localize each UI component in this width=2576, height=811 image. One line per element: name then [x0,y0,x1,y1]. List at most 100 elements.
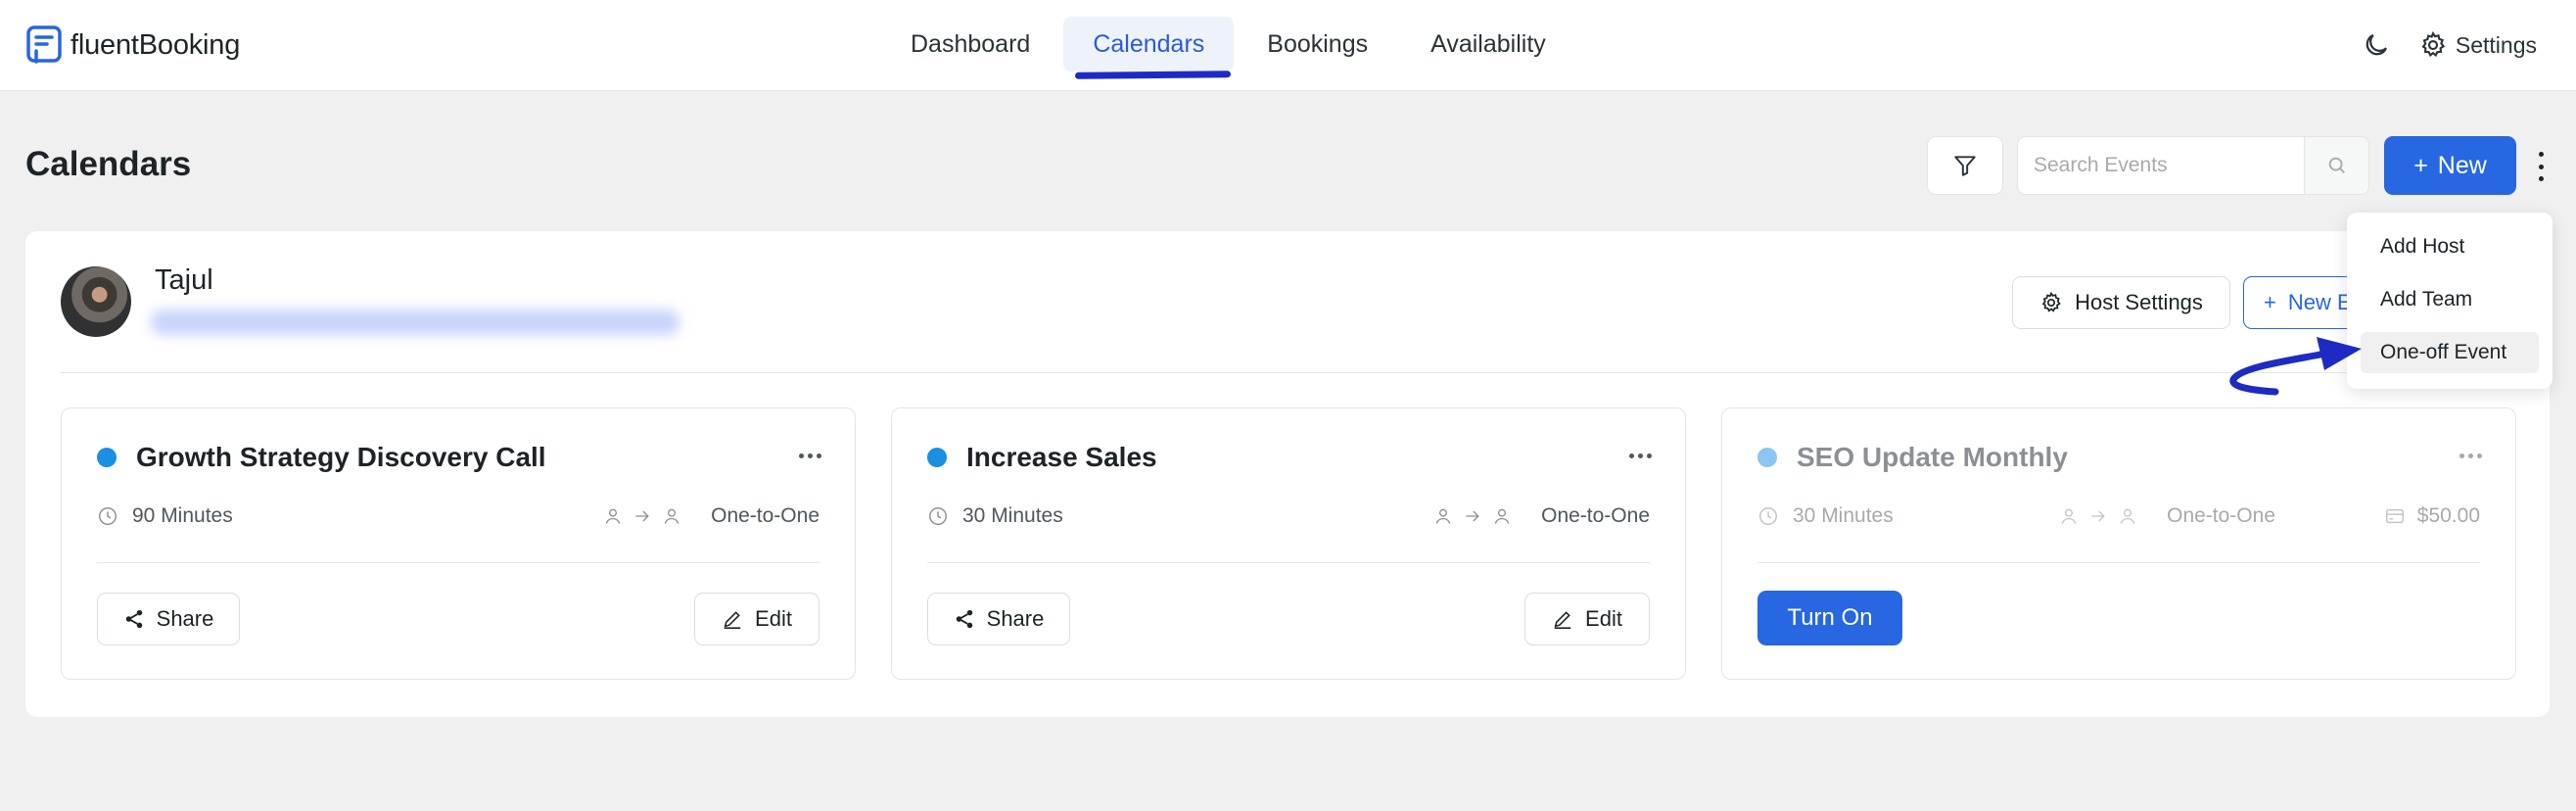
nav-bookings-label: Bookings [1267,30,1369,58]
nav-bookings[interactable]: Bookings [1238,17,1397,72]
pencil-icon [1554,611,1571,629]
search-input[interactable] [2018,137,2304,194]
new-dropdown-menu: Add Host Add Team One-off Event [2347,213,2553,389]
menu-item-label: One-off Event [2380,341,2507,363]
arrow-right-icon [1466,510,1479,522]
share-icon [125,609,142,629]
arrow-right-icon [2091,510,2105,522]
new-button-label: New [2437,151,2487,179]
turn-on-button[interactable]: Turn On [1757,591,1902,645]
clock-icon [1759,507,1777,525]
divider [1757,562,2480,563]
clock-icon [99,507,117,525]
dot [808,453,813,458]
user-icon [664,508,679,524]
pencil-icon [724,611,741,629]
user-icon [1435,508,1451,524]
gear-icon [2041,291,2061,312]
event-duration-text: 30 Minutes [1793,504,1894,527]
theme-toggle-button[interactable] [2362,30,2391,60]
event-duration: 30 Minutes [1757,504,1894,528]
event-card[interactable]: Increase Sales 30 Minutes One-to-One Sha… [891,407,1686,680]
fluentbooking-logo-icon [26,25,62,64]
dot [2468,453,2473,458]
menu-item-add-team[interactable]: Add Team [2361,279,2539,320]
menu-item-add-host[interactable]: Add Host [2361,226,2539,267]
nav-calendars[interactable]: Calendars [1063,17,1235,79]
kebab-dot [2538,164,2544,169]
kebab-dot [2538,152,2544,157]
main-nav: Dashboard Calendars Bookings Availabilit… [881,17,1575,79]
edit-button[interactable]: Edit [1524,593,1650,645]
divider [61,372,2514,373]
host-settings-button[interactable]: Host Settings [2012,276,2230,329]
dot [2459,453,2464,458]
host-email-redacted [151,310,679,335]
share-label: Share [986,606,1045,631]
event-status-dot [1757,448,1777,467]
gear-icon [2421,30,2446,58]
event-more-button[interactable] [799,453,821,458]
moon-icon [2365,33,2387,56]
edit-label: Edit [1585,606,1622,631]
top-navigation-bar: fluentBooking Dashboard Calendars Bookin… [0,0,2576,91]
host-calendar-card: Tajul Host Settings + New Event Growth S… [25,231,2550,717]
event-more-button[interactable] [2459,453,2482,458]
menu-item-label: Add Team [2380,288,2473,310]
dot [1638,453,1643,458]
dot [817,453,821,458]
event-type-text: One-to-One [2167,504,2275,527]
menu-item-one-off-event[interactable]: One-off Event [2361,332,2539,373]
event-duration-text: 90 Minutes [132,504,233,527]
event-more-button[interactable] [1629,453,1652,458]
event-status-dot [927,448,947,467]
dot [1647,453,1652,458]
turn-on-label: Turn On [1787,604,1873,631]
page-title: Calendars [25,145,192,183]
dot [799,453,804,458]
event-duration: 30 Minutes [927,504,1063,528]
new-button[interactable]: + New [2384,136,2516,195]
share-button[interactable]: Share [927,593,1070,645]
dot [1629,453,1634,458]
more-options-button[interactable] [2534,152,2548,181]
user-icon [1494,508,1510,524]
nav-dashboard-label: Dashboard [911,30,1031,58]
brand-name: fluentBooking [70,29,240,62]
search-button[interactable] [2304,137,2368,194]
settings-label: Settings [2455,31,2537,58]
edit-button[interactable]: Edit [694,593,820,645]
event-price-text: $50.00 [2416,504,2480,527]
share-icon [956,609,972,629]
event-type-text: One-to-One [711,504,820,527]
brand-name-part2: Booking [138,28,241,61]
user-icon [2061,508,2077,524]
event-duration-text: 30 Minutes [962,504,1063,527]
brand-logo[interactable]: fluentBooking [25,24,240,67]
annotation-arrow-icon [2229,337,2362,396]
divider [97,562,820,563]
search-icon [2328,157,2345,173]
kebab-dot [2538,176,2544,181]
share-button[interactable]: Share [97,593,240,645]
event-type: One-to-One [2059,504,2275,528]
settings-button[interactable]: Settings [2418,30,2537,60]
user-icon [2120,508,2135,524]
top-right-actions: Settings [2362,25,2537,65]
arrow-right-icon [635,510,649,522]
search-box [2017,136,2369,195]
menu-item-label: Add Host [2380,235,2465,258]
event-card[interactable]: SEO Update Monthly 30 Minutes One-to-One… [1721,407,2516,680]
event-duration: 90 Minutes [97,504,233,528]
event-title: Growth Strategy Discovery Call [136,442,546,472]
nav-availability[interactable]: Availability [1401,17,1575,72]
nav-dashboard[interactable]: Dashboard [881,17,1059,72]
filter-button[interactable] [1927,136,2003,195]
nav-calendars-label: Calendars [1093,30,1205,58]
event-title: SEO Update Monthly [1797,442,2068,472]
avatar [61,266,131,337]
annotation-underline [1075,71,1232,79]
host-name: Tajul [155,264,213,296]
event-card[interactable]: Growth Strategy Discovery Call 90 Minute… [61,407,856,680]
event-type: One-to-One [603,504,820,528]
